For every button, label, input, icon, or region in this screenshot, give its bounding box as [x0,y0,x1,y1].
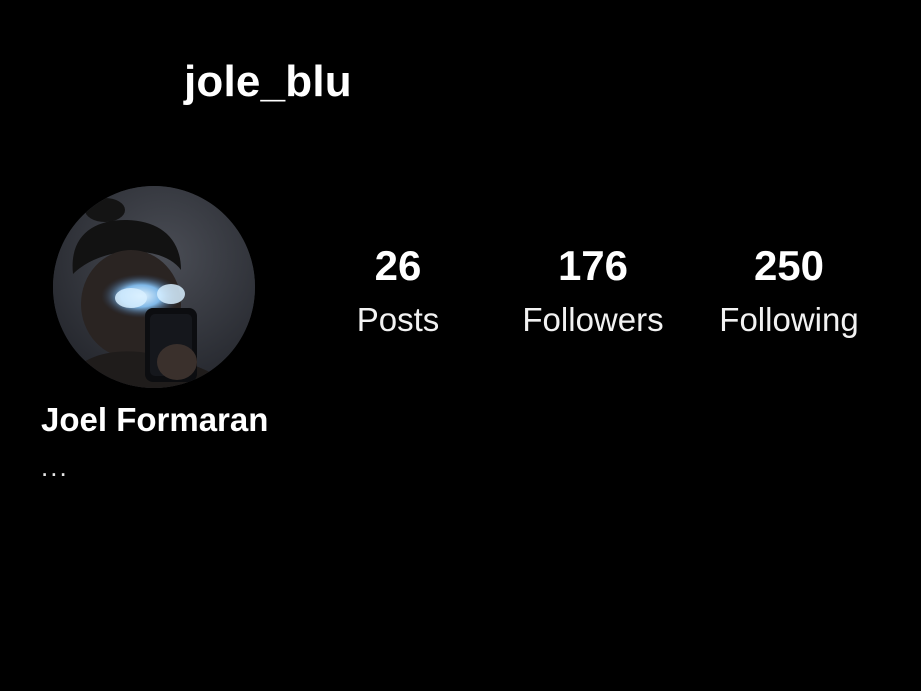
posts-label: Posts [356,301,440,338]
following-count: 250 [753,242,825,289]
profile-username: jole_blu [184,57,352,106]
following-label: Following [719,301,859,338]
stat-followers[interactable]: 176 Followers [498,240,688,342]
profile-stats: 26 Posts 176 Followers 250 Following [0,240,921,350]
posts-count: 26 [374,242,422,289]
followers-label: Followers [522,301,664,338]
stat-following[interactable]: 250 Following [694,240,884,342]
profile-bio[interactable]: ... [41,452,69,482]
profile-display-name: Joel Formaran [41,401,269,438]
stat-posts[interactable]: 26 Posts [303,240,493,342]
followers-count: 176 [557,242,629,289]
